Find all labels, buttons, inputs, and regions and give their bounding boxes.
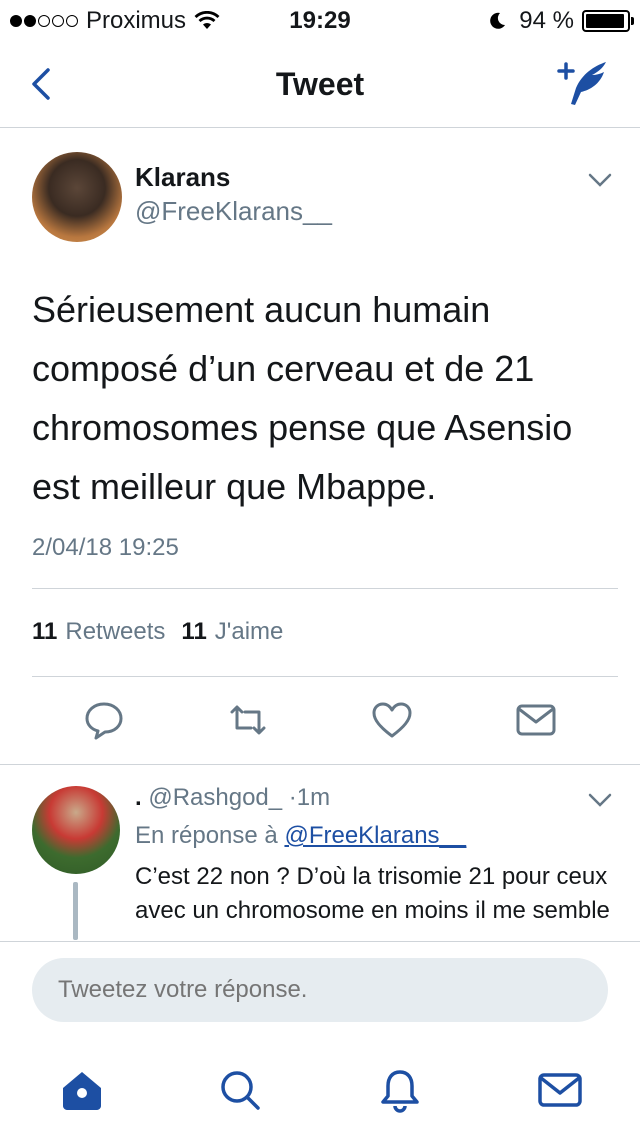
tweet-actions: [0, 690, 640, 750]
nav-bar: Tweet: [0, 40, 640, 128]
reply-input[interactable]: [32, 958, 608, 1022]
like-heart-icon[interactable]: [370, 698, 414, 742]
divider: [0, 764, 640, 765]
like-label: J'aime: [214, 618, 284, 645]
thread-line: [73, 882, 78, 940]
retweet-icon[interactable]: [226, 698, 270, 742]
tweet-text: Sérieusement aucun humain composé d’un c…: [32, 289, 573, 507]
in-reply-to: En réponse à @FreeKlarans__: [135, 822, 466, 850]
chevron-down-icon[interactable]: [586, 170, 614, 190]
status-right: 94 %: [487, 7, 634, 35]
do-not-disturb-moon-icon: [490, 12, 506, 29]
like-stat[interactable]: 11 J'aime: [181, 618, 283, 646]
author-name[interactable]: Klarans: [135, 162, 230, 193]
reply-author-avatar[interactable]: [32, 786, 120, 874]
retweet-stat[interactable]: 11 Retweets: [32, 618, 165, 646]
in-reply-handle-link[interactable]: @FreeKlarans__: [284, 822, 466, 849]
reply-author-handle[interactable]: @Rashgod_: [148, 784, 282, 811]
reply-icon[interactable]: [82, 698, 126, 742]
direct-message-icon[interactable]: [514, 698, 558, 742]
retweet-count: 11: [32, 618, 58, 645]
messages-envelope-icon[interactable]: [536, 1066, 584, 1114]
reply-author-name[interactable]: .: [135, 784, 142, 811]
in-reply-label: En réponse à: [135, 822, 278, 849]
chevron-down-icon[interactable]: [586, 790, 614, 810]
search-icon[interactable]: [216, 1066, 264, 1114]
divider: [32, 588, 618, 589]
reply-time: 1m: [296, 784, 331, 811]
reply-header: . @Rashgod_ ·1m: [135, 784, 330, 812]
divider: [32, 676, 618, 677]
tab-bar: [0, 1048, 640, 1136]
retweet-label: Retweets: [65, 618, 166, 645]
tweet-stats: 11 Retweets 11 J'aime: [32, 618, 283, 646]
battery-icon: [582, 10, 634, 32]
battery-level: [586, 14, 624, 28]
author-avatar[interactable]: [32, 152, 122, 242]
status-bar: Proximus 19:29 94 %: [0, 0, 640, 40]
reply-text: C’est 22 non ? D’où la trisomie 21 pour …: [135, 863, 610, 924]
reply-separator: ·: [288, 784, 297, 811]
home-icon[interactable]: [58, 1066, 106, 1114]
compose-tweet-icon[interactable]: [556, 58, 612, 110]
battery-percent: 94 %: [519, 7, 574, 34]
author-handle[interactable]: @FreeKlarans__: [135, 196, 332, 227]
tweet-timestamp: 2/04/18 19:25: [32, 534, 179, 561]
like-count: 11: [181, 618, 207, 645]
page-title: Tweet: [275, 66, 365, 102]
notifications-bell-icon[interactable]: [376, 1066, 424, 1114]
